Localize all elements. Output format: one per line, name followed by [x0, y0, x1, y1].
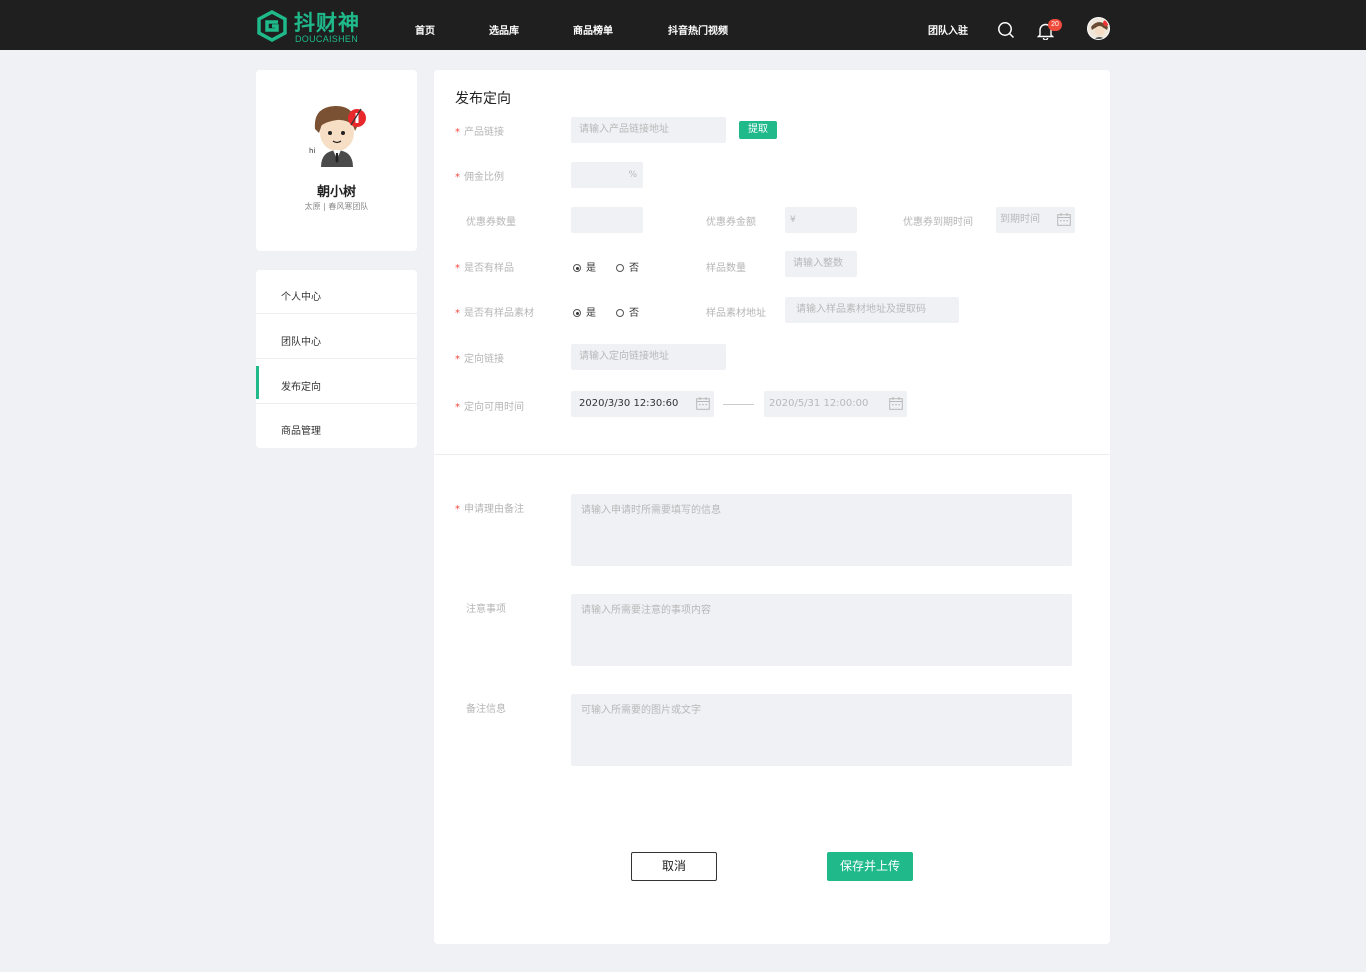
has-sample-no-radio[interactable]: 否 — [616, 259, 639, 274]
coupon-expire-placeholder: 到期时间 — [1000, 214, 1040, 225]
required-mark: * — [455, 127, 460, 138]
cancel-button[interactable]: 取消 — [631, 852, 717, 881]
profile-card: hi 朝小树 太原 | 春风寒团队 — [256, 70, 417, 251]
end-time-value: 2020/5/31 12:00:00 — [769, 398, 869, 409]
notes-textarea[interactable]: 请输入所需要注意的事项内容 — [571, 594, 1072, 666]
end-time-input[interactable]: 2020/5/31 12:00:00 — [764, 391, 907, 417]
team-join-link[interactable]: 团队入驻 — [928, 22, 968, 37]
calendar-icon — [889, 397, 903, 410]
side-item-label: 团队中心 — [281, 337, 321, 348]
has-material-no-radio[interactable]: 否 — [616, 304, 639, 319]
reason-label: * 申请理由备注 — [455, 504, 524, 515]
coupon-expire-input[interactable]: 到期时间 — [996, 207, 1075, 233]
has-sample-label: * 是否有样品 — [455, 263, 514, 274]
has-material-label: * 是否有样品素材 — [455, 308, 534, 319]
svg-text:hi: hi — [309, 147, 315, 155]
save-upload-button[interactable]: 保存并上传 — [827, 852, 913, 881]
radio-unchecked-icon — [616, 309, 624, 317]
nav-home[interactable]: 首页 — [415, 22, 435, 37]
side-menu: 个人中心 团队中心 发布定向 商品管理 — [256, 270, 417, 448]
profile-avatar: hi — [309, 105, 366, 167]
publish-targeting-panel: 发布定向 * 产品链接 请输入产品链接地址 提取 * 佣金比例 % 优惠券数量 优惠… — [434, 70, 1110, 944]
product-link-label: * 产品链接 — [455, 127, 504, 138]
notes-label: 注意事项 — [466, 604, 506, 615]
side-item-personal-center[interactable]: 个人中心 — [256, 270, 417, 314]
radio-unchecked-icon — [616, 264, 624, 272]
target-link-label: * 定向链接 — [455, 354, 504, 365]
coupon-qty-input[interactable] — [571, 207, 643, 233]
commission-input[interactable]: % — [571, 162, 643, 188]
page-title: 发布定向 — [455, 91, 511, 107]
target-link-input[interactable]: 请输入定向链接地址 — [571, 344, 726, 370]
extract-button[interactable]: 提取 — [739, 121, 777, 139]
yen-unit: ¥ — [790, 215, 796, 225]
calendar-icon — [696, 397, 710, 410]
required-mark: * — [455, 172, 460, 183]
reason-textarea[interactable]: 请输入申请时所需要填写的信息 — [571, 494, 1072, 566]
nav-product-library[interactable]: 选品库 — [489, 22, 519, 37]
side-item-label: 发布定向 — [281, 382, 321, 393]
side-item-label: 商品管理 — [281, 426, 321, 437]
side-item-product-management[interactable]: 商品管理 — [256, 404, 417, 448]
side-item-label: 个人中心 — [281, 292, 321, 303]
time-range-separator — [723, 404, 754, 405]
required-mark: * — [455, 263, 460, 274]
start-time-input[interactable]: 2020/3/30 12:30:60 — [571, 391, 714, 417]
user-avatar[interactable] — [1087, 17, 1110, 40]
logo[interactable]: 抖财神 DOUCAISHEN — [256, 7, 366, 45]
brand-name: 抖财神 — [294, 11, 360, 35]
material-url-input[interactable]: 请输入样品素材地址及提取码 — [785, 297, 959, 323]
required-mark: * — [455, 402, 460, 413]
product-link-input[interactable]: 请输入产品链接地址 — [571, 117, 726, 143]
sample-qty-label: 样品数量 — [706, 263, 746, 274]
coupon-expire-label: 优惠券到期时间 — [903, 217, 973, 228]
brand-name-en: DOUCAISHEN — [295, 34, 359, 44]
side-item-publish-targeting[interactable]: 发布定向 — [256, 360, 417, 404]
nav-hot-videos[interactable]: 抖音热门视频 — [668, 22, 728, 37]
start-time-value: 2020/3/30 12:30:60 — [579, 398, 679, 409]
remark-label: 备注信息 — [466, 704, 506, 715]
section-divider — [434, 454, 1110, 455]
commission-label: * 佣金比例 — [455, 172, 504, 183]
coupon-qty-label: 优惠券数量 — [466, 217, 516, 228]
radio-checked-icon — [573, 264, 581, 272]
notification-badge: 20 — [1048, 19, 1062, 31]
coupon-amount-input[interactable]: ¥ — [785, 207, 857, 233]
nav-product-ranking[interactable]: 商品榜单 — [573, 22, 613, 37]
sample-qty-input[interactable]: 请输入整数 — [785, 251, 857, 277]
search-icon[interactable] — [997, 21, 1015, 39]
coupon-amount-label: 优惠券金额 — [706, 217, 756, 228]
side-item-team-center[interactable]: 团队中心 — [256, 315, 417, 359]
required-mark: * — [455, 308, 460, 319]
profile-name: 朝小树 — [316, 185, 356, 200]
has-material-yes-radio[interactable]: 是 — [573, 304, 596, 319]
percent-unit: % — [628, 170, 637, 180]
required-mark: * — [455, 354, 460, 365]
avatar-icon — [1088, 18, 1109, 39]
radio-checked-icon — [573, 309, 581, 317]
logo-icon — [257, 10, 287, 42]
has-sample-yes-radio[interactable]: 是 — [573, 259, 596, 274]
material-url-label: 样品素材地址 — [706, 308, 766, 319]
required-mark: * — [455, 504, 460, 515]
profile-org: 太原 | 春风寒团队 — [304, 202, 369, 211]
available-time-label: * 定向可用时间 — [455, 402, 524, 413]
top-navbar: 抖财神 DOUCAISHEN 首页 选品库 商品榜单 抖音热门视频 团队入驻 2… — [0, 0, 1366, 50]
remark-textarea[interactable]: 可输入所需要的图片或文字 — [571, 694, 1072, 766]
calendar-icon — [1057, 213, 1071, 226]
